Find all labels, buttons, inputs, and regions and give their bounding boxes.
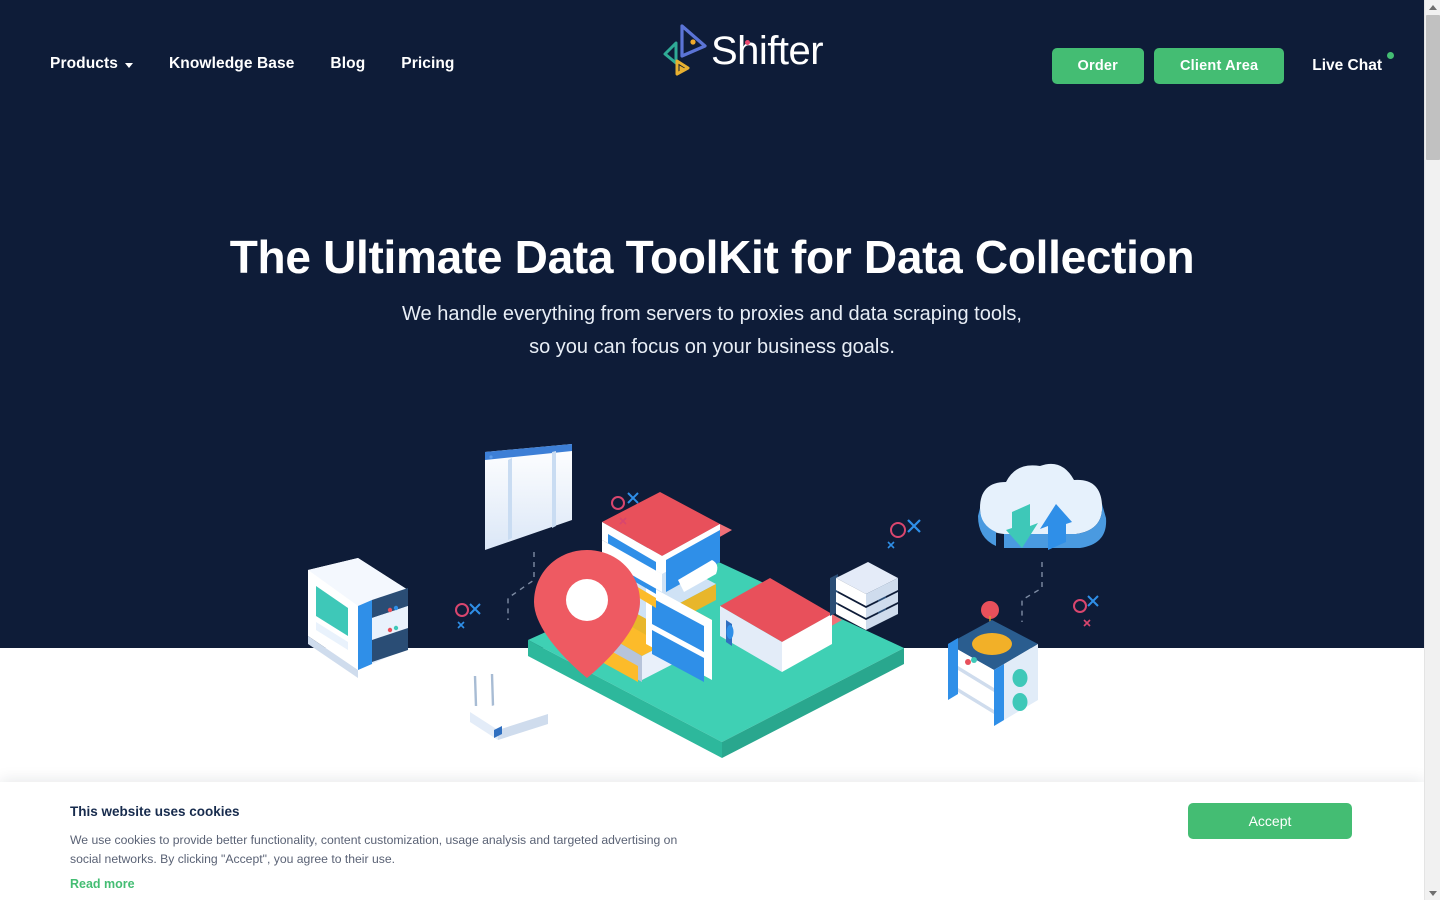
cookie-accept-button[interactable]: Accept (1188, 803, 1352, 839)
nav-item-knowledge-base-label: Knowledge Base (168, 55, 295, 72)
nav-links-group: Products Knowledge Base Blog Pricing (50, 55, 455, 73)
scroll-up-arrow-icon (1429, 4, 1437, 10)
router-illustration (470, 673, 548, 740)
chevron-down-icon (124, 62, 133, 68)
cookie-consent-banner: This website uses cookies We use cookies… (0, 782, 1424, 900)
cookie-banner-title: This website uses cookies (70, 804, 240, 819)
dashed-connector-right (1021, 562, 1043, 622)
scroll-down-arrow-icon (1429, 890, 1437, 896)
scrollbar-down-button[interactable] (1425, 886, 1440, 900)
main-navigation: Products Knowledge Base Blog Pricing Shi… (0, 0, 1424, 110)
client-area-button[interactable]: Client Area (1154, 48, 1285, 84)
shifter-logo-icon (663, 24, 707, 76)
live-chat-label: Live Chat (1312, 57, 1382, 74)
nav-item-knowledge-base[interactable]: Knowledge Base (169, 55, 294, 73)
scrollbar-up-button[interactable] (1425, 0, 1440, 14)
nav-item-blog[interactable]: Blog (330, 55, 365, 73)
nav-item-products-label: Products (50, 55, 118, 72)
online-status-dot-icon (1387, 52, 1394, 59)
server-computer-illustration (308, 558, 408, 678)
hero-subtitle-line-1: We handle everything from servers to pro… (402, 303, 1022, 325)
nav-item-blog-label: Blog (330, 55, 366, 72)
hero-illustration (308, 444, 1107, 758)
scrollbar-thumb[interactable] (1426, 15, 1440, 160)
dashed-connector-left (507, 552, 535, 620)
stacked-boxes-illustration (836, 562, 898, 630)
hero-subtitle: We handle everything from servers to pro… (0, 298, 1424, 364)
nav-item-pricing-label: Pricing (401, 55, 455, 72)
nav-item-products[interactable]: Products (50, 55, 133, 73)
page-root: Products Knowledge Base Blog Pricing Shi… (0, 0, 1440, 900)
cookie-banner-body: We use cookies to provide better functio… (70, 833, 678, 866)
hero-title: The Ultimate Data ToolKit for Data Colle… (229, 231, 1195, 283)
right-server-illustration (948, 601, 1038, 726)
browser-window-illustration (485, 444, 572, 550)
site-logo[interactable]: Shifter (655, 18, 824, 80)
cookie-text-block: This website uses cookies We use cookies… (70, 804, 770, 893)
hero-subtitle-line-2: so you can focus on your business goals. (529, 336, 895, 358)
live-chat-button[interactable]: Live Chat (1312, 52, 1394, 75)
cookie-read-more-link[interactable]: Read more (70, 877, 135, 891)
nav-actions-group: Order Client Area Live Chat (1051, 48, 1394, 84)
page-scrollbar[interactable] (1424, 0, 1440, 900)
nav-item-pricing[interactable]: Pricing (401, 55, 454, 73)
order-button[interactable]: Order (1051, 48, 1145, 84)
logo-accent-dot (745, 40, 750, 45)
cloud-illustration (978, 463, 1107, 550)
logo-wordmark: Shifter (711, 28, 824, 73)
